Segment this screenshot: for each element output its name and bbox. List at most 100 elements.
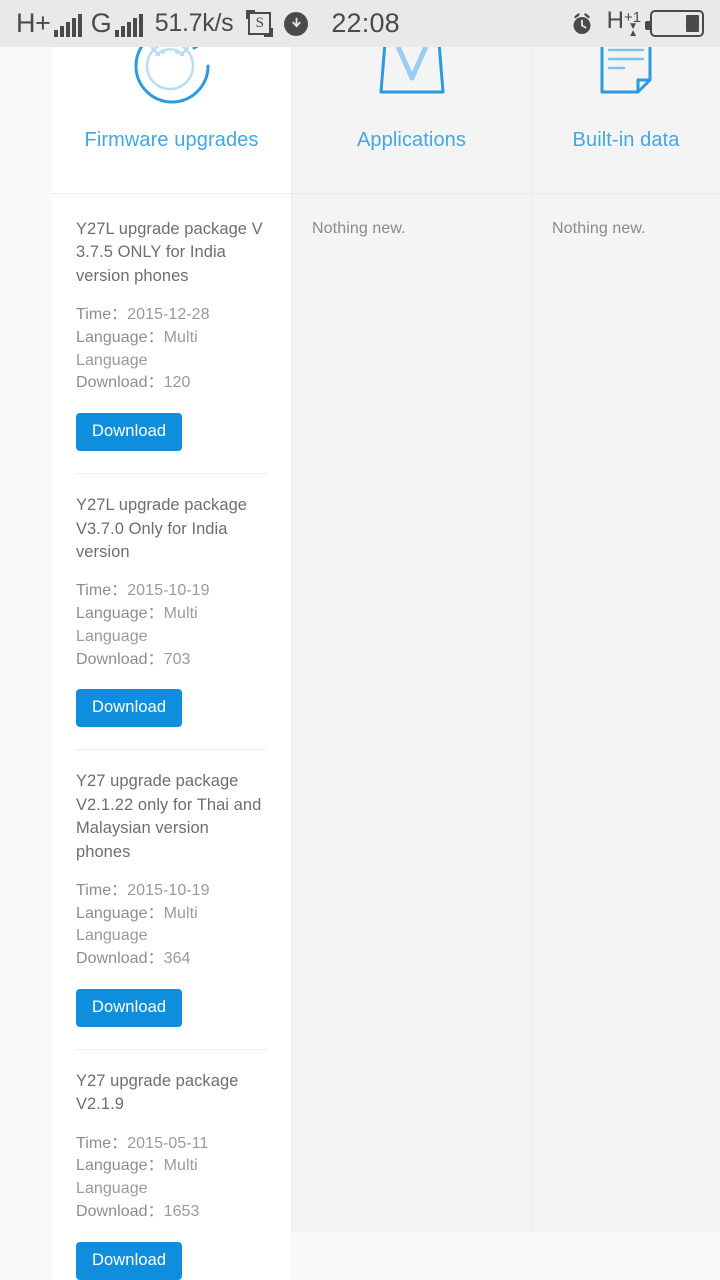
tab-column-firmware-upgrades: Firmware upgrades Y27L upgrade package V…: [52, 47, 292, 1280]
network-indicator-secondary: G: [91, 10, 143, 37]
language-key: Language: [76, 328, 148, 346]
headset-h-label: H: [606, 7, 624, 34]
firmware-meta: Time：2015-12-28 Language：Multi Language …: [76, 304, 267, 395]
firmware-meta: Time：2015-10-19 Language：Multi Language …: [76, 580, 267, 671]
network-type-2-label: G: [90, 8, 112, 38]
time-key: Time: [76, 306, 112, 324]
network-type-label: H+: [16, 8, 51, 38]
download-button[interactable]: Download: [76, 413, 183, 452]
status-bar: H+ G 51.7k/s S 22:08 H +1 ▼ ▲: [0, 0, 720, 47]
firmware-title: Y27 upgrade package V2.1.9: [76, 1071, 239, 1114]
battery-icon: [645, 10, 704, 37]
download-key: Download: [76, 374, 148, 392]
battery-fill: [686, 15, 699, 32]
list-item[interactable]: Y27L upgrade package V3.7.0 Only for Ind…: [76, 473, 267, 749]
network-indicator-primary: H+: [16, 10, 82, 37]
applications-panel: Nothing new.: [292, 194, 531, 1232]
signal-bars-icon-2: [115, 14, 143, 37]
firmware-downloads-row: Download：120: [76, 372, 267, 395]
tab-firmware-upgrades[interactable]: Firmware upgrades: [52, 47, 291, 194]
app-tray-v-icon: [362, 47, 462, 116]
download-key: Download: [76, 950, 148, 968]
network-speed-label: 51.7k/s: [154, 9, 234, 37]
firmware-downloads-value: 1653: [163, 1202, 200, 1220]
separator: ：: [111, 1134, 128, 1152]
firmware-title: Y27L upgrade package V3.7.0 Only for Ind…: [76, 496, 248, 561]
screenshot-icon: S: [246, 10, 274, 37]
list-item[interactable]: Y27 upgrade package V2.1.22 only for Tha…: [76, 749, 267, 1049]
firmware-list: Y27L upgrade package V 3.7.5 ONLY for In…: [52, 194, 291, 1280]
document-lines-icon: [576, 47, 676, 116]
tab-column-built-in-data: Built-in data Nothing new.: [532, 47, 720, 1232]
separator: ：: [147, 904, 164, 922]
signal-bars-icon: [54, 14, 82, 37]
alarm-clock-icon: [569, 11, 595, 37]
firmware-language-row: Language：Multi Language: [76, 327, 267, 372]
firmware-downloads-value: 703: [163, 650, 191, 668]
tab-column-applications: Applications Nothing new.: [292, 47, 532, 1232]
firmware-upgrades-panel: Y27L upgrade package V 3.7.5 ONLY for In…: [52, 194, 291, 1280]
separator: ：: [147, 650, 164, 668]
separator: ：: [147, 605, 164, 623]
separator: ：: [147, 1157, 164, 1175]
firmware-time-value: 2015-12-28: [127, 306, 210, 324]
firmware-time-row: Time：2015-10-19: [76, 880, 267, 903]
download-button[interactable]: Download: [76, 1241, 183, 1280]
status-bar-clock: 22:08: [331, 8, 400, 38]
firmware-downloads-row: Download：1653: [76, 1201, 267, 1224]
download-arrow-icon: [284, 11, 309, 36]
separator: ：: [147, 328, 164, 346]
separator: ：: [147, 950, 164, 968]
status-bar-right: H +1 ▼ ▲: [569, 7, 704, 39]
firmware-time-value: 2015-10-19: [127, 881, 210, 899]
separator: ：: [111, 881, 128, 899]
language-key: Language: [76, 1157, 148, 1175]
time-key: Time: [76, 1134, 112, 1152]
firmware-meta: Time：2015-10-19 Language：Multi Language …: [76, 880, 267, 971]
list-item[interactable]: Y27L upgrade package V 3.7.5 ONLY for In…: [76, 194, 267, 473]
firmware-downloads-row: Download：703: [76, 649, 267, 672]
tab-applications-label: Applications: [356, 129, 467, 151]
download-button[interactable]: Download: [76, 988, 183, 1027]
separator: ：: [111, 582, 128, 600]
firmware-time-row: Time：2015-12-28: [76, 304, 267, 327]
time-key: Time: [76, 881, 112, 899]
language-key: Language: [76, 605, 148, 623]
empty-message: Nothing new.: [552, 220, 646, 237]
firmware-time-value: 2015-05-11: [127, 1134, 209, 1152]
firmware-meta: Time：2015-05-11 Language：Multi Language …: [76, 1133, 267, 1224]
page-content: Firmware upgrades Y27L upgrade package V…: [0, 47, 720, 1280]
firmware-downloads-value: 120: [163, 374, 191, 392]
empty-message: Nothing new.: [312, 220, 406, 237]
firmware-refresh-icon: [122, 47, 222, 116]
firmware-title: Y27L upgrade package V 3.7.5 ONLY for In…: [76, 220, 263, 285]
firmware-language-row: Language：Multi Language: [76, 603, 267, 648]
firmware-time-row: Time：2015-05-11: [76, 1133, 267, 1156]
tab-columns: Firmware upgrades Y27L upgrade package V…: [52, 47, 720, 1280]
tab-built-in-data[interactable]: Built-in data: [532, 47, 720, 194]
status-bar-left: H+ G 51.7k/s S 22:08: [16, 8, 400, 39]
language-key: Language: [76, 904, 148, 922]
time-key: Time: [76, 582, 112, 600]
separator: ：: [147, 374, 164, 392]
firmware-downloads-value: 364: [163, 950, 191, 968]
tab-built-in-data-label: Built-in data: [572, 129, 680, 151]
download-key: Download: [76, 650, 148, 668]
firmware-language-row: Language：Multi Language: [76, 903, 267, 948]
firmware-language-row: Language：Multi Language: [76, 1155, 267, 1200]
headset-icon: H +1 ▼ ▲: [606, 7, 641, 39]
list-item[interactable]: Y27 upgrade package V2.1.9 Time：2015-05-…: [76, 1048, 267, 1280]
tab-applications[interactable]: Applications: [292, 47, 531, 194]
screenshot-icon-letter: S: [255, 15, 264, 31]
download-key: Download: [76, 1202, 148, 1220]
download-button[interactable]: Download: [76, 689, 183, 728]
tab-firmware-upgrades-label: Firmware upgrades: [84, 129, 259, 151]
firmware-time-row: Time：2015-10-19: [76, 580, 267, 603]
firmware-time-value: 2015-10-19: [127, 582, 210, 600]
headset-arrows-icon: ▼ ▲: [628, 21, 638, 39]
separator: ：: [111, 306, 128, 324]
firmware-title: Y27 upgrade package V2.1.22 only for Tha…: [76, 772, 262, 861]
built-in-data-panel: Nothing new.: [532, 194, 720, 1232]
firmware-downloads-row: Download：364: [76, 948, 267, 971]
separator: ：: [147, 1202, 164, 1220]
